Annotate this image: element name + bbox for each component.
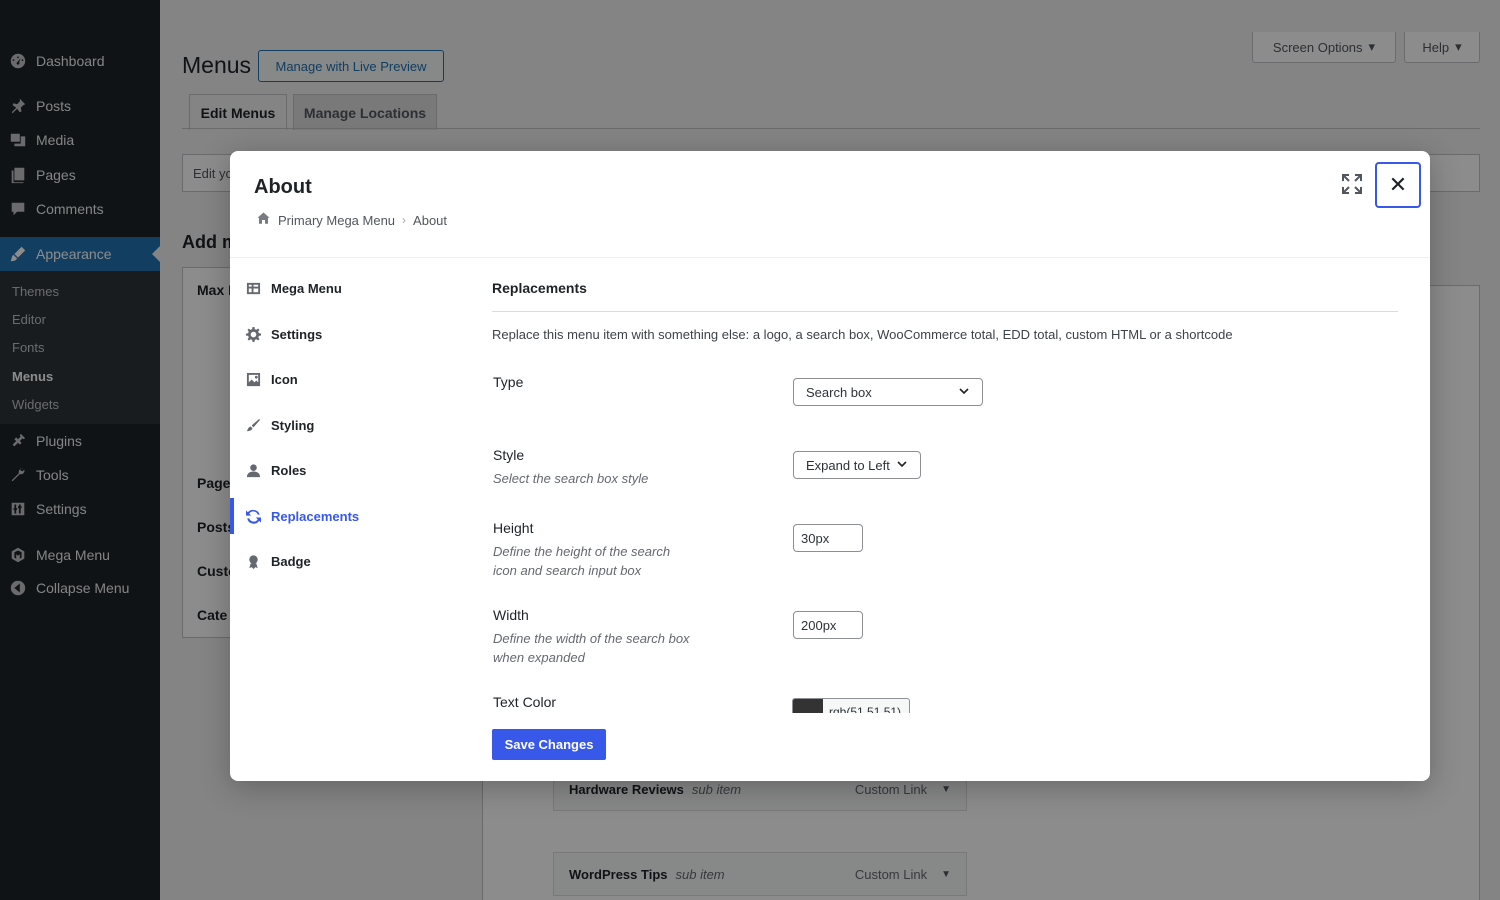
text-color-label: Text Color	[493, 694, 557, 710]
replacements-panel: Replacements Replace this menu item with…	[492, 258, 1398, 713]
gear-icon	[246, 326, 261, 342]
color-value: rgb(51,51,51)	[829, 705, 902, 713]
section-description: Replace this menu item with something el…	[492, 327, 1233, 342]
save-changes-button[interactable]: Save Changes	[492, 729, 606, 760]
height-label: Height	[493, 520, 534, 536]
tab-label: Styling	[271, 417, 315, 433]
chevron-down-icon	[896, 458, 908, 473]
style-description: Select the search box style	[493, 471, 649, 486]
chevron-down-icon	[958, 385, 970, 400]
image-icon	[246, 372, 261, 387]
color-swatch[interactable]	[793, 699, 823, 713]
tab-label: Mega Menu	[271, 280, 342, 296]
home-icon	[256, 211, 271, 229]
tab-label: Badge	[271, 553, 311, 569]
tab-icon[interactable]: Icon	[230, 361, 470, 397]
section-title: Replacements	[492, 280, 587, 296]
height-description: Define the height of the search icon and…	[493, 544, 671, 578]
style-label: Style	[493, 447, 525, 463]
user-icon	[246, 463, 261, 478]
tab-label: Settings	[271, 326, 323, 342]
close-icon: ✕	[1388, 172, 1408, 197]
tab-roles[interactable]: Roles	[230, 452, 470, 488]
modal-title: About	[254, 176, 312, 198]
breadcrumb-root[interactable]: Primary Mega Menu	[278, 213, 395, 228]
style-select-value: Expand to Left	[806, 457, 890, 473]
fullscreen-button[interactable]	[1340, 173, 1364, 197]
type-label: Type	[493, 374, 524, 390]
breadcrumb: Primary Mega Menu › About	[256, 211, 447, 229]
expand-icon	[1341, 173, 1363, 198]
height-input[interactable]	[793, 524, 863, 552]
tab-badge[interactable]: Badge	[230, 543, 470, 579]
award-icon	[246, 554, 261, 569]
tab-label: Replacements	[271, 508, 360, 524]
tab-mega-menu[interactable]: Mega Menu	[230, 270, 470, 306]
chevron-right-icon: ›	[402, 213, 407, 227]
tab-styling[interactable]: Styling	[230, 407, 470, 443]
tab-label: Roles	[271, 462, 307, 478]
type-select-value: Search box	[806, 384, 872, 400]
sync-icon	[246, 509, 261, 524]
style-select[interactable]: Expand to Left	[793, 451, 921, 479]
brush-icon	[246, 418, 261, 433]
width-description: Define the width of the search box when …	[493, 631, 690, 665]
table-icon	[246, 281, 261, 296]
text-color-picker[interactable]: rgb(51,51,51)	[792, 698, 910, 713]
width-input[interactable]	[793, 611, 863, 639]
section-divider	[492, 311, 1398, 312]
tab-replacements[interactable]: Replacements	[230, 498, 470, 534]
tab-label: Icon	[271, 371, 298, 387]
tab-settings[interactable]: Settings	[230, 316, 470, 352]
menu-item-settings-modal: About Primary Mega Menu › About ✕ Mega M…	[230, 151, 1430, 781]
close-button[interactable]: ✕	[1375, 162, 1421, 208]
width-label: Width	[493, 607, 529, 623]
type-select[interactable]: Search box	[793, 378, 983, 406]
breadcrumb-current: About	[413, 212, 448, 228]
